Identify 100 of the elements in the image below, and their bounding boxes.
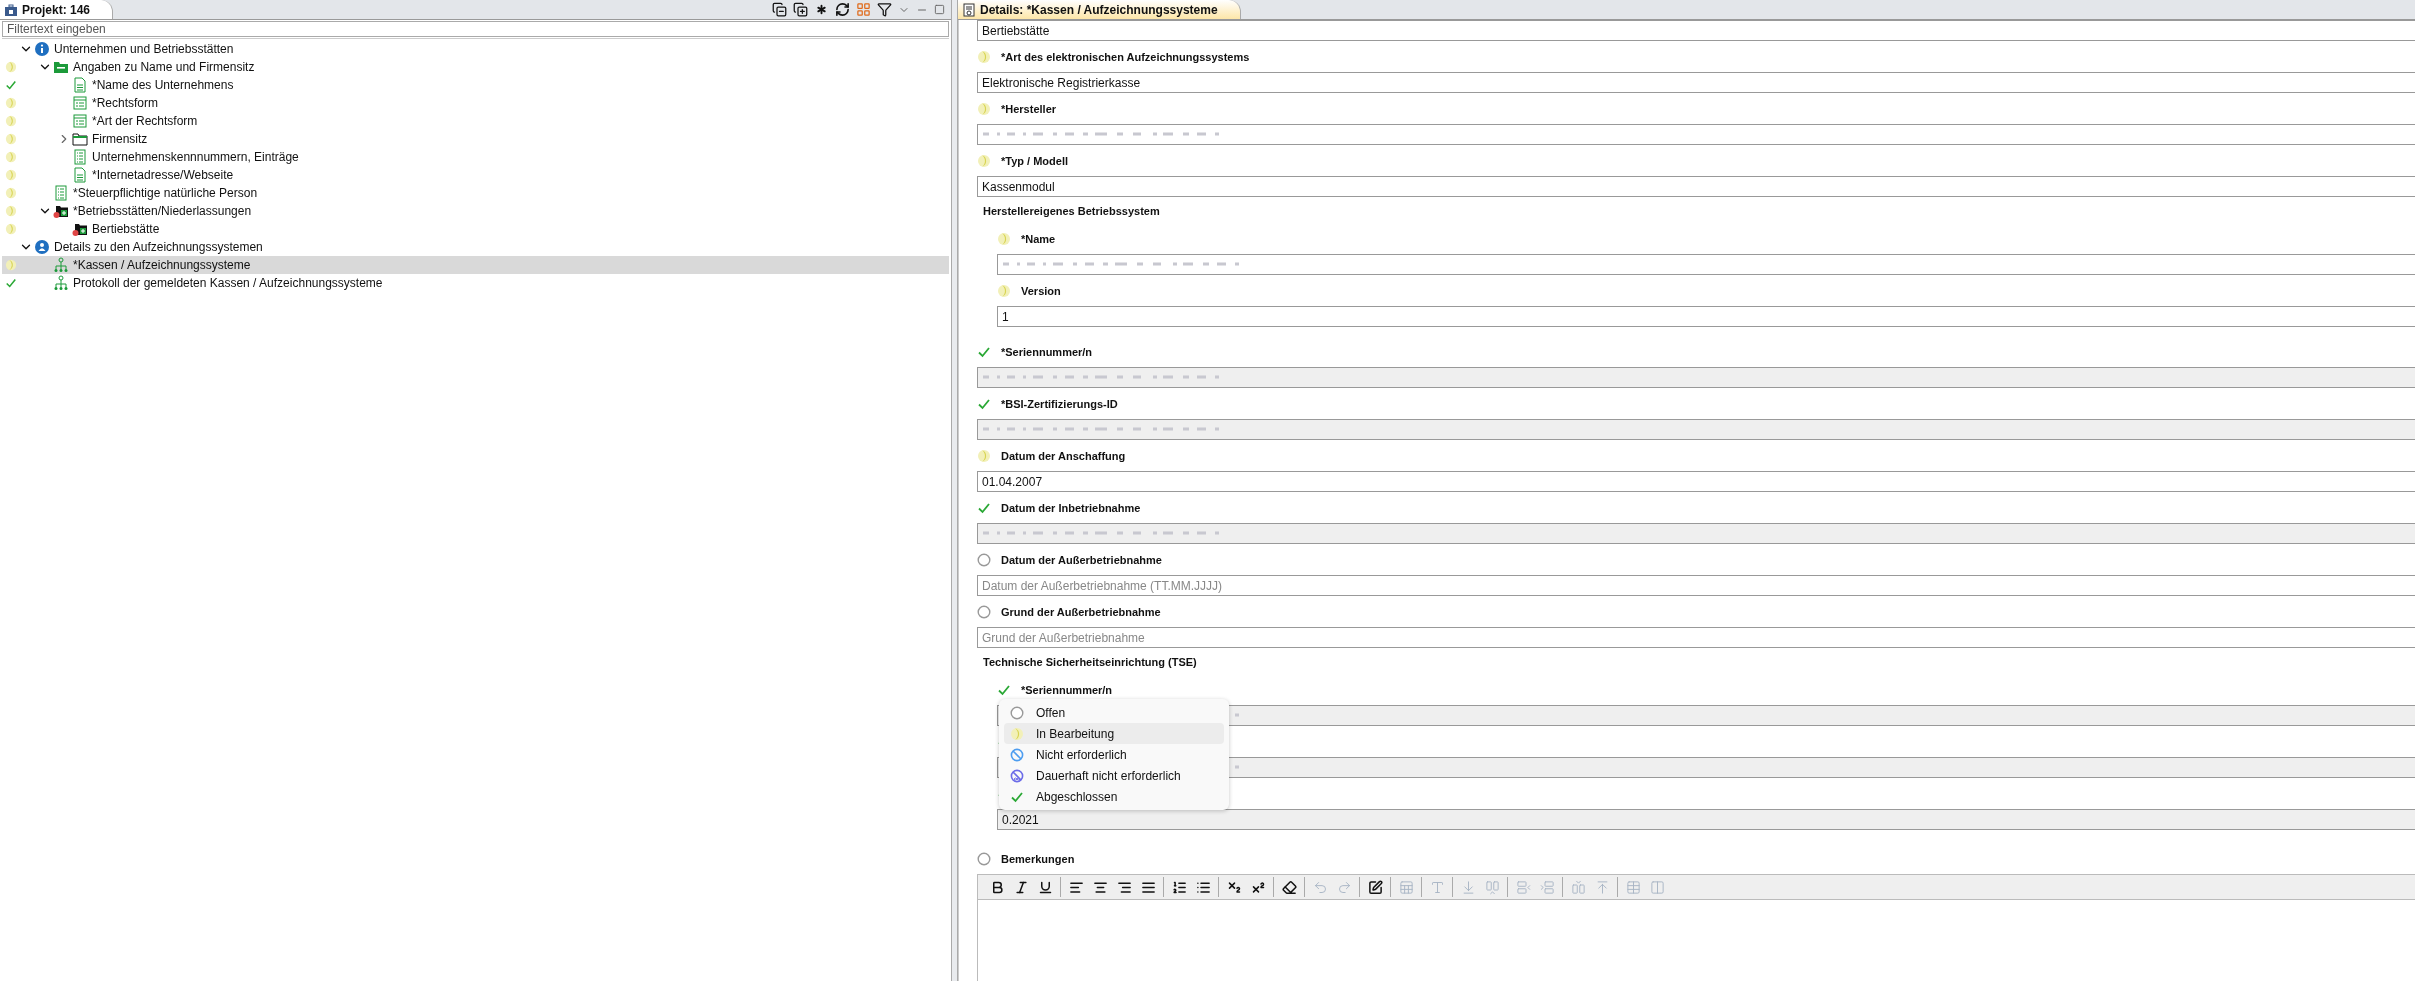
- tree-item[interactable]: *Art der Rechtsform: [2, 112, 949, 130]
- form-icon: [72, 95, 88, 111]
- tree-item[interactable]: Protokoll der gemeldeten Kassen / Aufzeichnungssysteme: [2, 274, 949, 292]
- undo-icon: [1312, 879, 1328, 895]
- numbered-list-icon: [1171, 879, 1187, 895]
- folder-icon: [72, 131, 88, 147]
- list-document-icon: [72, 149, 88, 165]
- input-field[interactable]: [997, 254, 2415, 275]
- grid-icon[interactable]: [856, 2, 871, 17]
- hierarchy-icon: [53, 275, 69, 291]
- tree-item[interactable]: *Kassen / Aufzeichnungssysteme: [2, 256, 949, 274]
- eraser-icon: [1281, 879, 1297, 895]
- prohibited-icon: [1010, 747, 1024, 762]
- input-field[interactable]: Datum der Außerbetriebnahme (TT.MM.JJJJ): [977, 575, 2415, 596]
- panel-tab[interactable]: Details: *Kassen / Aufzeichnungssysteme: [958, 0, 1241, 19]
- tree-item[interactable]: Bertiebstätte: [2, 220, 949, 238]
- filter-icon[interactable]: [877, 2, 892, 17]
- input-field[interactable]: Bertiebstätte: [977, 20, 2415, 41]
- site-icon: [72, 221, 88, 237]
- person-badge-icon: [34, 239, 50, 255]
- input-field[interactable]: Kassenmodul: [977, 176, 2415, 197]
- menu-item[interactable]: Dauerhaft nicht erforderlich: [1004, 765, 1224, 786]
- input-field[interactable]: [977, 523, 2415, 544]
- column-insert-icon: [1484, 879, 1500, 895]
- panel-title: Projekt: 146: [22, 2, 91, 17]
- tree-item[interactable]: Firmensitz: [2, 130, 949, 148]
- maximize-icon[interactable]: [934, 4, 945, 15]
- field-label: *Art des elektronischen Aufzeichnungssystems: [1001, 51, 1250, 63]
- circle-icon: [1010, 705, 1024, 720]
- subscript-icon: [1226, 879, 1242, 895]
- form-icon: [72, 113, 88, 129]
- field-label: *Typ / Modell: [1001, 155, 1069, 167]
- tree-item[interactable]: *Steuerpflichtige natürliche Person: [2, 184, 949, 202]
- table-edit-icon: [1367, 879, 1383, 895]
- tree-item[interactable]: Angaben zu Name und Firmensitz: [2, 58, 949, 76]
- field-label: *Seriennummer/n: [1001, 346, 1093, 358]
- prohibited-loop-icon: [1010, 768, 1024, 783]
- refresh-icon[interactable]: [835, 2, 850, 17]
- field-label: Version: [1021, 285, 1061, 297]
- table-icon: [1625, 879, 1641, 895]
- tree-item[interactable]: *Rechtsform: [2, 94, 949, 112]
- document-icon: [72, 77, 88, 93]
- filter-field[interactable]: Filtertext eingeben: [2, 21, 949, 37]
- redo-icon: [1336, 879, 1352, 895]
- document-icon: [72, 167, 88, 183]
- input-field[interactable]: [977, 124, 2415, 145]
- text-box-icon: [1429, 879, 1445, 895]
- briefcase-icon: [4, 2, 18, 17]
- align-center-icon: [1092, 879, 1108, 895]
- folder-icon: [53, 59, 69, 75]
- input-field[interactable]: Elektronische Registrierkasse: [977, 72, 2415, 93]
- input-field[interactable]: [977, 367, 2415, 388]
- asterisk-icon[interactable]: [814, 2, 829, 17]
- collapse-all-icon[interactable]: [772, 2, 787, 17]
- menu-item[interactable]: In Bearbeitung: [1004, 723, 1224, 744]
- table-split-icon: [1649, 879, 1665, 895]
- italic-icon: [1013, 879, 1029, 895]
- field-label: Bemerkungen: [1001, 853, 1075, 865]
- row-above-icon: [1539, 879, 1555, 895]
- column-before-icon: [1570, 879, 1586, 895]
- field-label: *Seriennummer/n: [1021, 684, 1113, 696]
- input-field[interactable]: 0.2021: [997, 809, 2415, 830]
- table-delete-icon: [1398, 879, 1414, 895]
- bullet-list-icon: [1195, 879, 1211, 895]
- tree-item[interactable]: Details zu den Aufzeichnungssystemen: [2, 238, 949, 256]
- tree-item[interactable]: *Name des Unternehmens: [2, 76, 949, 94]
- section-title: Herstellereigenes Betriebssystem: [982, 204, 1161, 219]
- tree-item[interactable]: Unternehmenskennnummern, Einträge: [2, 148, 949, 166]
- site-icon: [53, 203, 69, 219]
- hierarchy-icon: [53, 257, 69, 273]
- align-right-icon: [1116, 879, 1132, 895]
- underline-icon: [1037, 879, 1053, 895]
- field-label: *Name: [1021, 233, 1056, 245]
- input-field[interactable]: Grund der Außerbetriebnahme: [977, 627, 2415, 648]
- row-below-icon: [1515, 879, 1531, 895]
- register-icon: [962, 2, 976, 17]
- field-label: Datum der Außerbetriebnahme: [1001, 554, 1162, 566]
- align-justify-icon: [1140, 879, 1156, 895]
- field-label: *Hersteller: [1001, 103, 1057, 115]
- align-left-icon: [1068, 879, 1084, 895]
- input-field[interactable]: [977, 419, 2415, 440]
- tree-item[interactable]: *Betriebsstätten/Niederlassungen: [2, 202, 949, 220]
- input-field[interactable]: 01.04.2007: [977, 471, 2415, 492]
- field-label: Grund der Außerbetriebnahme: [1001, 606, 1161, 618]
- input-field[interactable]: 1: [997, 306, 2415, 327]
- superscript-icon: [1250, 879, 1266, 895]
- panel-title: Details: *Kassen / Aufzeichnungssysteme: [980, 2, 1218, 17]
- half-moon-icon: [1010, 726, 1024, 741]
- field-label: Datum der Anschaffung: [1001, 450, 1126, 462]
- field-label: Datum der Inbetriebnahme: [1001, 502, 1141, 514]
- menu-item[interactable]: Abgeschlossen: [1004, 786, 1224, 807]
- expand-all-icon[interactable]: [793, 2, 808, 17]
- list-document-icon: [53, 185, 69, 201]
- menu-item[interactable]: Offen: [1004, 702, 1224, 723]
- panel-tab[interactable]: Projekt: 146: [0, 0, 114, 19]
- field-label: *BSI-Zertifizierungs-ID: [1001, 398, 1118, 410]
- tree-item[interactable]: *Internetadresse/Webseite: [2, 166, 949, 184]
- tree-item[interactable]: Unternehmen und Betriebsstätten: [2, 40, 949, 58]
- menu-item[interactable]: Nicht erforderlich: [1004, 744, 1224, 765]
- section-title: Technische Sicherheitseinrichtung (TSE): [982, 655, 1198, 670]
